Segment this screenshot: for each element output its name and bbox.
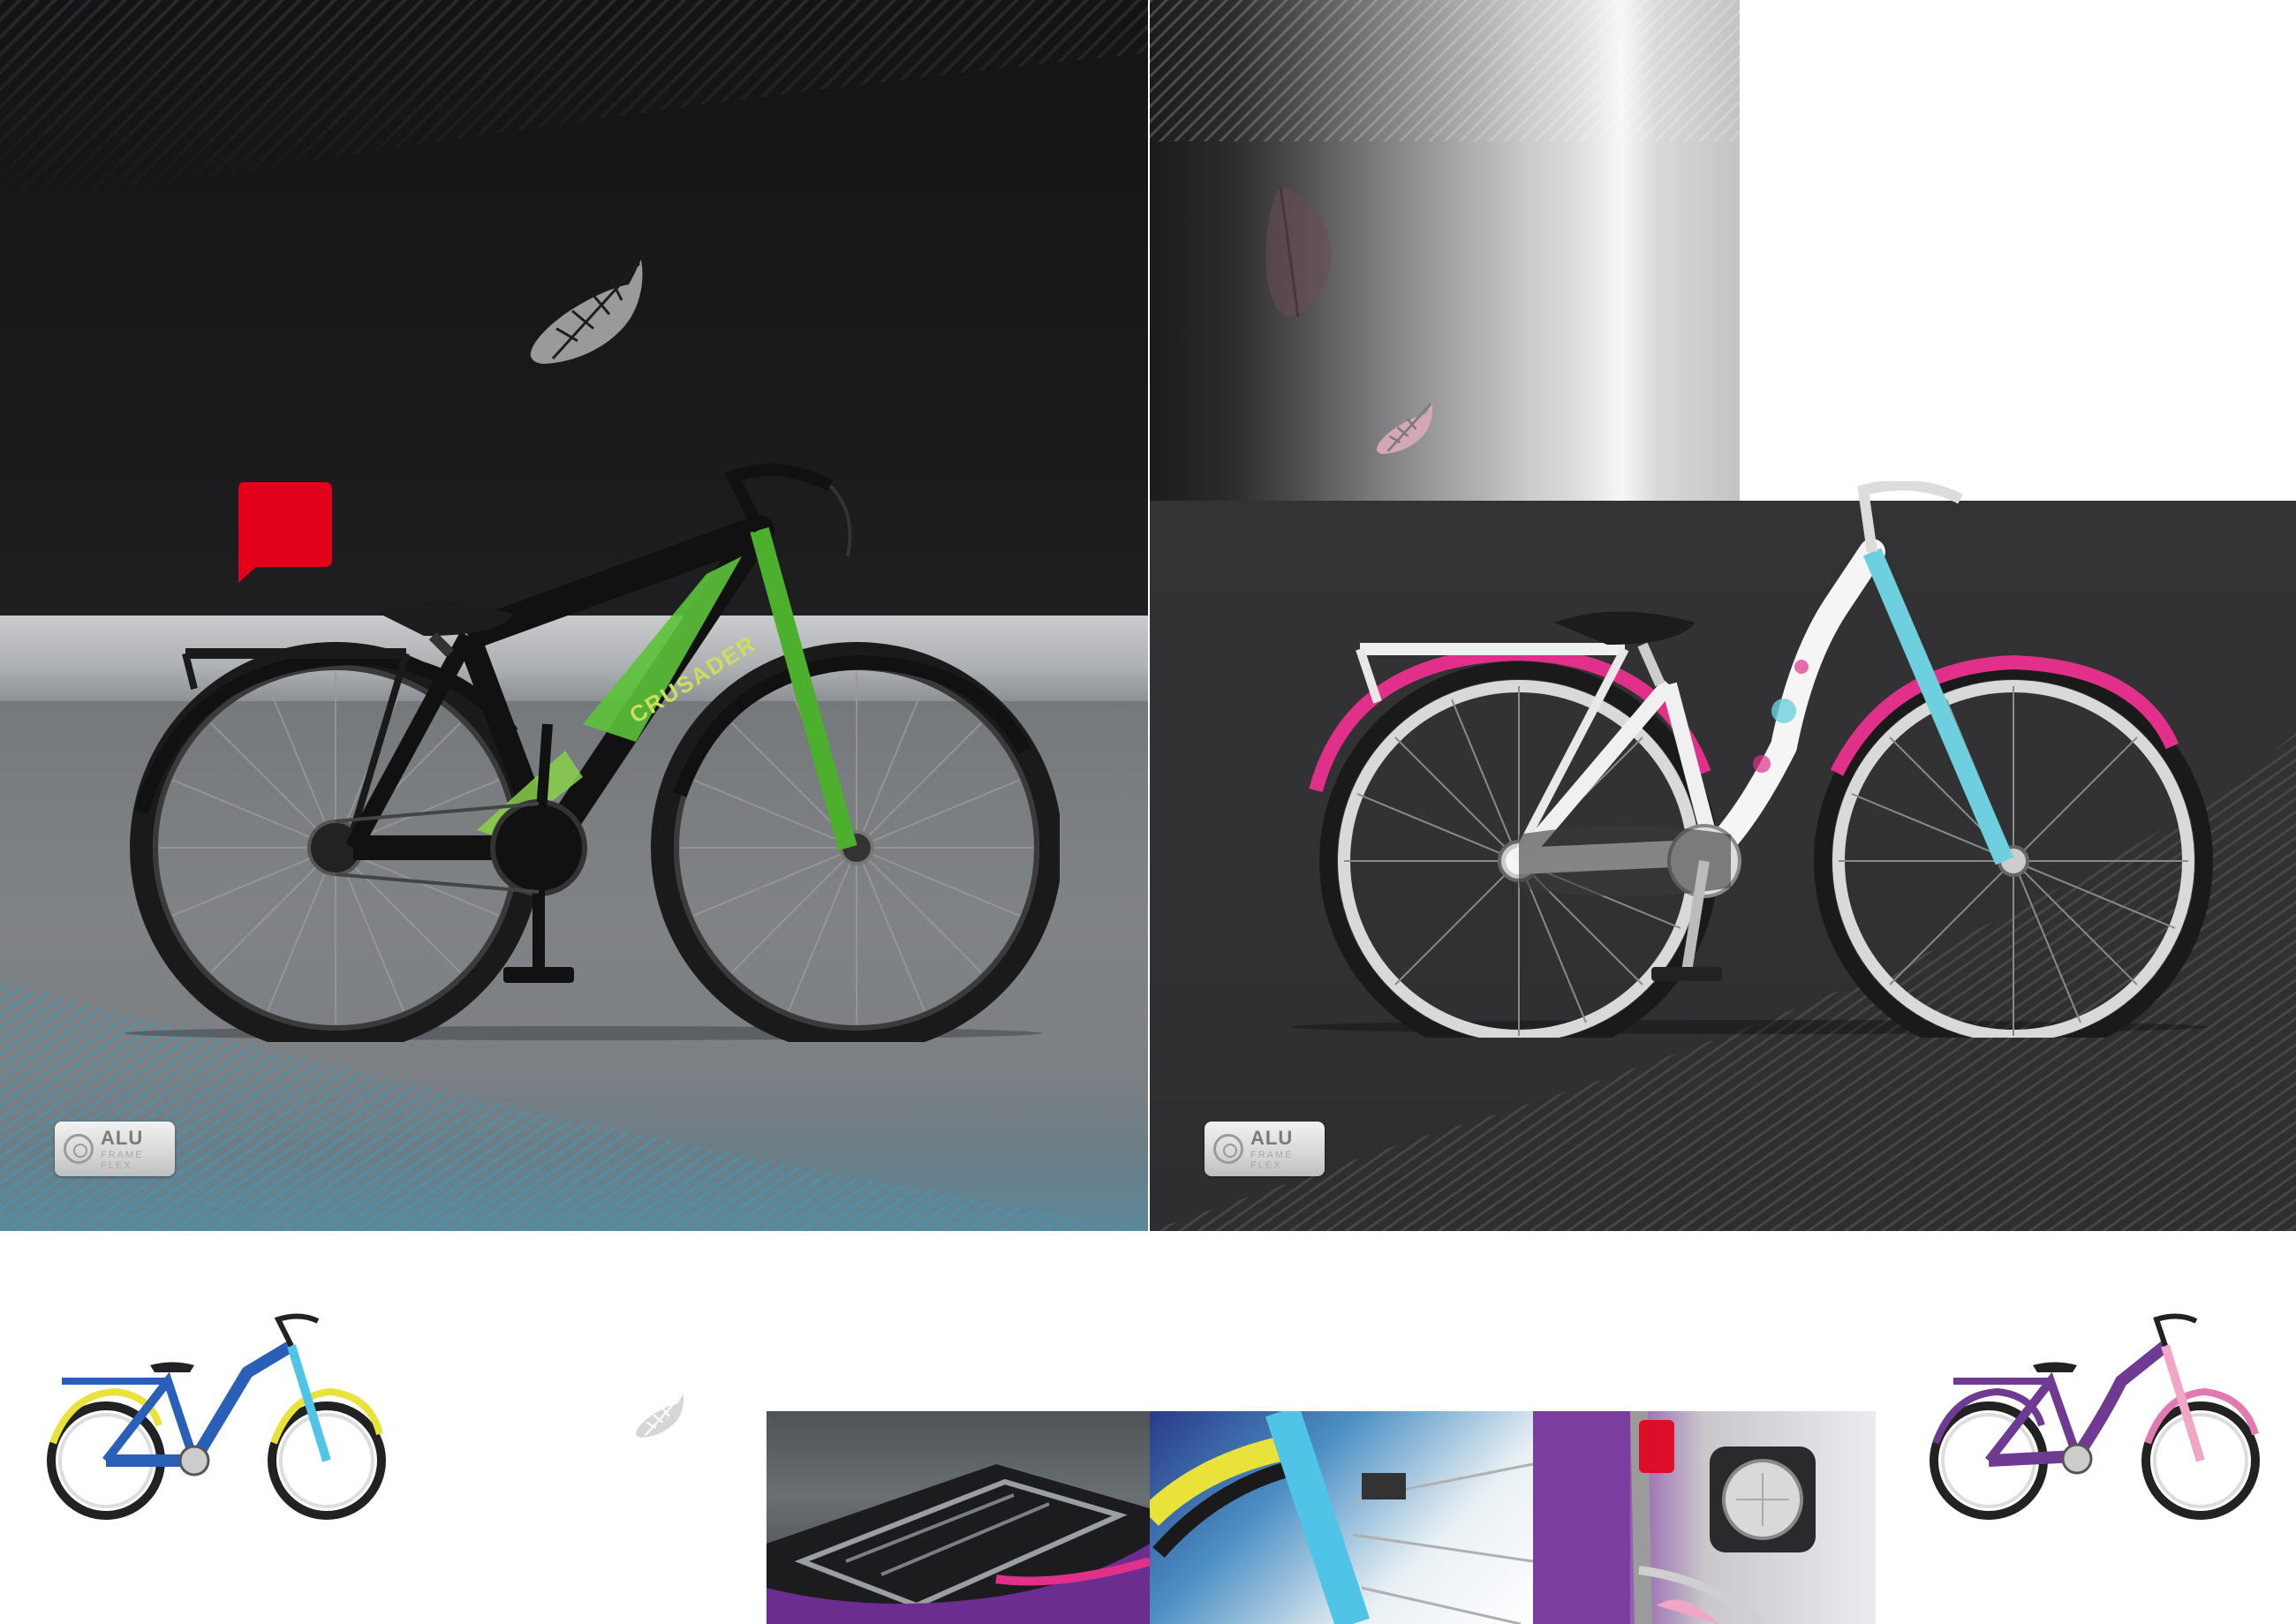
left-top-stripe-pattern xyxy=(0,0,1148,212)
girls-bike-image xyxy=(1289,481,2213,1038)
feather-icon xyxy=(530,260,643,364)
alu-badge-main: ALU xyxy=(101,1127,144,1149)
front-wheel xyxy=(1814,661,2213,1038)
lamp-detail-photo xyxy=(1533,1411,1876,1624)
alu-badge-line1: FRAME xyxy=(101,1150,144,1160)
lamp-detail-drawing xyxy=(1533,1411,1816,1624)
blue-kids-bike-image xyxy=(47,1313,386,1520)
feather-watermark-icon xyxy=(1265,185,1332,318)
rack-detail-photo xyxy=(767,1411,1150,1624)
alu-frame-flex-logo: ALU FRAME FLEX xyxy=(1205,1122,1325,1176)
fender-detail-photo xyxy=(1150,1411,1533,1624)
purple-kids-bike-image xyxy=(1930,1313,2260,1520)
silver-stripe-pattern xyxy=(1150,0,1740,141)
rack-detail-drawing xyxy=(767,1464,1150,1624)
alu-ring-icon xyxy=(64,1134,94,1164)
feather-icon xyxy=(1376,402,1433,454)
alu-frame-flex-logo: ALU FRAME FLEX xyxy=(55,1122,175,1176)
alu-badge-main: ALU xyxy=(1250,1127,1294,1149)
fender-detail-drawing xyxy=(1150,1411,1533,1624)
alu-badge-line1: FRAME xyxy=(1250,1150,1294,1160)
alu-badge-line2: FLEX xyxy=(101,1160,132,1171)
crusader-bike-image: CRUSADER xyxy=(124,464,1060,1042)
alu-ring-icon xyxy=(1213,1134,1243,1164)
alu-badge-line2: FLEX xyxy=(1250,1160,1282,1171)
feather-icon xyxy=(636,1393,684,1438)
